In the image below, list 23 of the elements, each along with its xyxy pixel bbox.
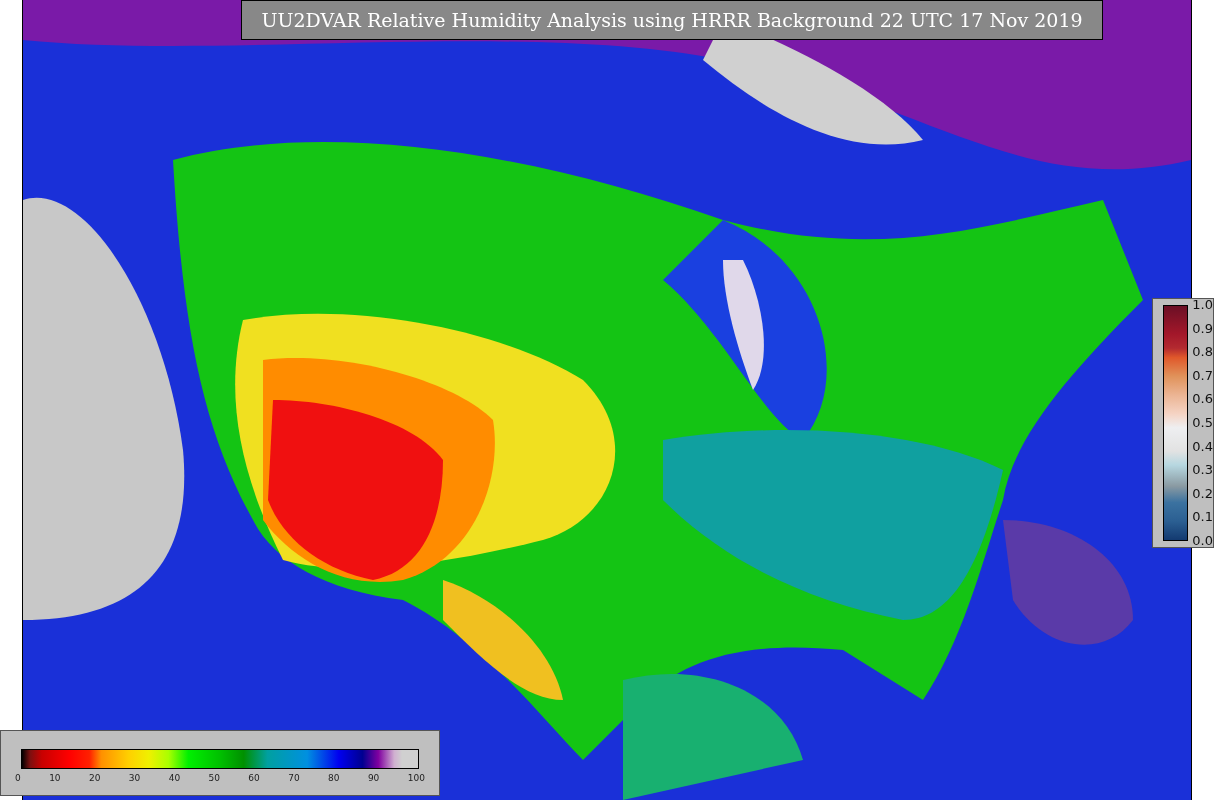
tick-label: 60 [248, 773, 260, 783]
tick-label: 10 [49, 773, 61, 783]
tick-label: 0.8 [1192, 345, 1213, 360]
tick-label: 0.6 [1192, 392, 1213, 407]
tick-label: 0.5 [1192, 415, 1213, 430]
tick-label: 0.3 [1192, 463, 1213, 478]
tick-label: 0.0 [1192, 533, 1213, 548]
tick-label: 80 [328, 773, 340, 783]
tick-label: 40 [168, 773, 181, 783]
tick-label: 0.4 [1192, 439, 1213, 454]
tick-label: 0.1 [1192, 510, 1213, 525]
tick-label: 1.0 [1192, 298, 1213, 312]
tick-label: 90 [367, 773, 380, 783]
tick-label: 0.9 [1192, 321, 1213, 336]
tick-label: 0.7 [1192, 368, 1213, 383]
tick-label: 30 [128, 773, 141, 783]
tick-label: 0.2 [1192, 486, 1213, 501]
tick-label: 20 [88, 773, 101, 783]
tick-label: 100 [407, 773, 425, 783]
tick-label: 50 [208, 773, 220, 783]
map-title: UU2DVAR Relative Humidity Analysis using HRRR Background 22 UTC 17 Nov 2019 [241, 0, 1103, 40]
tick-label: 0 [15, 773, 21, 783]
tick-label: 70 [288, 773, 300, 783]
